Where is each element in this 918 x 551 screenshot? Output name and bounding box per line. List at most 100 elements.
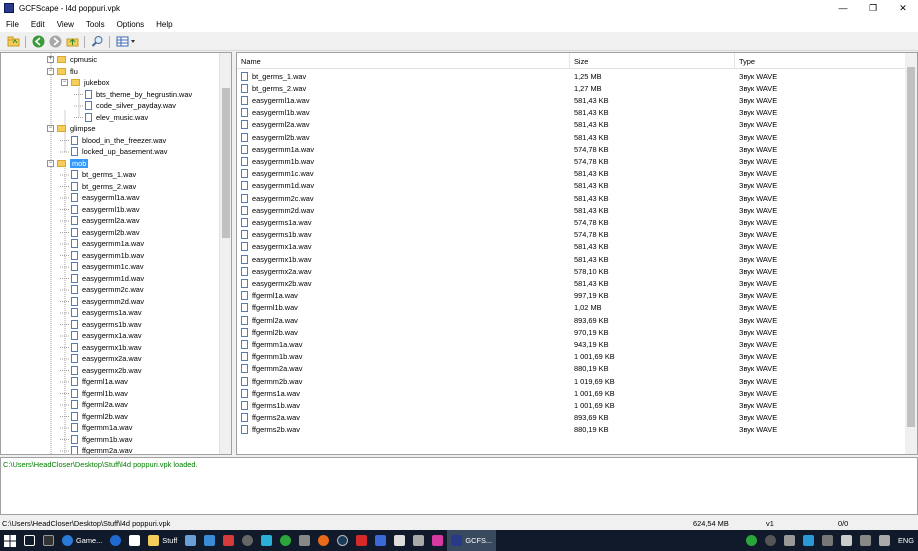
list-row[interactable]: easygermm2d.wav 581,43 KB Звук WAVE [237,204,907,216]
tree-item[interactable]: easygerml1a.wav [71,192,140,204]
app-icon-4[interactable] [276,530,295,551]
tree-item[interactable]: easygermm2d.wav [71,296,144,308]
taskbar-app-game[interactable]: Game... [58,530,106,551]
tree-item[interactable]: easygerml2a.wav [71,215,140,227]
edge-icon[interactable] [106,530,125,551]
tray-icon-4[interactable] [799,530,818,551]
list-row[interactable]: easygermm1d.wav 581,43 KB Звук WAVE [237,180,907,192]
back-icon[interactable] [31,35,45,49]
tree-item[interactable]: blood_in_the_freezer.wav [71,135,166,147]
find-icon[interactable] [90,35,104,49]
mail-icon[interactable] [390,530,409,551]
open-icon[interactable] [6,35,20,49]
tray-icon-2[interactable] [761,530,780,551]
tree-item[interactable]: easygermm2c.wav [71,284,144,296]
taskbar-app-stuff[interactable]: Stuff [144,530,181,551]
tree-item[interactable]: mob [57,158,89,170]
list-row[interactable]: easygermm1b.wav 574,78 KB Звук WAVE [237,155,907,167]
app-icon-7[interactable] [371,530,390,551]
menu-file[interactable]: File [0,20,25,29]
app-icon-8[interactable] [409,530,428,551]
file-list[interactable]: Name Size Type bt_germs_1.wav 1,25 MB Звук… [236,52,918,455]
folder-tree[interactable]: cpmusic + flu − jukebox − bts_theme_by_hegrust… [0,52,232,455]
close-button[interactable]: ✕ [888,0,918,16]
restore-button[interactable]: ❐ [858,0,888,16]
menu-options[interactable]: Options [111,20,151,29]
tree-item[interactable]: easygerms1b.wav [71,319,142,331]
google-icon[interactable] [125,530,144,551]
tree-item[interactable]: cpmusic [57,54,97,66]
task-view-icon[interactable] [20,530,39,551]
app-icon-2[interactable] [219,530,238,551]
list-row[interactable]: easygerms1a.wav 574,78 KB Звук WAVE [237,216,907,228]
taskbar-app-gcfscape[interactable]: GCFS... [447,530,497,551]
list-row[interactable]: easygermx2b.wav 581,43 KB Звук WAVE [237,277,907,289]
store-icon[interactable] [181,530,200,551]
tree-item[interactable]: bt_germs_2.wav [71,181,136,193]
list-row[interactable]: ffgermm1b.wav 1 001,69 KB Звук WAVE [237,351,907,363]
tree-item[interactable]: easygermx2a.wav [71,353,142,365]
list-row[interactable]: ffgerms2b.wav 880,19 KB Звук WAVE [237,424,907,436]
list-row[interactable]: easygermx2a.wav 578,10 KB Звук WAVE [237,265,907,277]
tree-item[interactable]: easygermm1c.wav [71,261,144,273]
tree-item[interactable]: ffgermm1a.wav [71,422,132,434]
forward-icon[interactable] [48,35,62,49]
tray-icon-6[interactable] [837,530,856,551]
app-icon-9[interactable] [428,530,447,551]
list-row[interactable]: ffgermm2a.wav 880,19 KB Звук WAVE [237,363,907,375]
list-row[interactable]: easygerml2a.wav 581,43 KB Звук WAVE [237,119,907,131]
list-row[interactable]: ffgerml1a.wav 997,19 KB Звук WAVE [237,290,907,302]
list-row[interactable]: bt_germs_1.wav 1,25 MB Звук WAVE [237,70,907,82]
tray-language[interactable]: ENG [894,530,918,551]
column-name[interactable]: Name [237,53,570,69]
tree-item[interactable]: easygermx1a.wav [71,330,142,342]
tree-item[interactable]: ffgerml2a.wav [71,399,128,411]
tree-item[interactable]: ffgerml2b.wav [71,411,128,423]
tree-item[interactable]: flu [57,66,78,78]
list-row[interactable]: easygerms1b.wav 574,78 KB Звук WAVE [237,229,907,241]
app-icon-5[interactable] [295,530,314,551]
list-row[interactable]: ffgerml2a.wav 893,69 KB Звук WAVE [237,314,907,326]
list-row[interactable]: easygermm1a.wav 574,78 KB Звук WAVE [237,143,907,155]
tray-icon-1[interactable] [742,530,761,551]
tree-item[interactable]: ffgermm1b.wav [71,434,132,446]
menu-help[interactable]: Help [150,20,178,29]
list-row[interactable]: easygermx1a.wav 581,43 KB Звук WAVE [237,241,907,253]
list-row[interactable]: easygermm2c.wav 581,43 KB Звук WAVE [237,192,907,204]
minimize-button[interactable]: — [828,0,858,16]
tree-expander-icon[interactable]: + [47,56,54,63]
tree-expander-icon[interactable]: − [47,125,54,132]
list-row[interactable]: easygerml2b.wav 581,43 KB Звук WAVE [237,131,907,143]
tree-item[interactable]: easygermm1a.wav [71,238,144,250]
list-row[interactable]: easygerml1b.wav 581,43 KB Звук WAVE [237,107,907,119]
tree-expander-icon[interactable]: − [47,67,54,75]
volume-icon[interactable] [875,530,894,551]
tree-item[interactable]: ffgerml1b.wav [71,388,128,400]
menu-edit[interactable]: Edit [25,20,51,29]
tree-item[interactable]: bt_germs_1.wav [71,169,136,181]
tree-scrollbar-thumb[interactable] [222,88,230,238]
tree-item[interactable]: locked_up_basement.wav [71,146,167,158]
menu-tools[interactable]: Tools [80,20,111,29]
tray-icon-5[interactable] [818,530,837,551]
column-type[interactable]: Type [735,53,907,69]
tree-item[interactable]: easygermm1d.wav [71,273,144,285]
tree-item[interactable]: glimpse [57,123,95,135]
list-row[interactable]: easygermm1c.wav 581,43 KB Звук WAVE [237,168,907,180]
steam-icon[interactable] [333,530,352,551]
tree-item[interactable]: easygerml1b.wav [71,204,140,216]
tree-item[interactable]: easygermm1b.wav [71,250,144,262]
menu-view[interactable]: View [51,20,80,29]
list-row[interactable]: ffgerms2a.wav 893,69 KB Звук WAVE [237,412,907,424]
tree-item[interactable]: easygerml2b.wav [71,227,140,239]
list-row[interactable]: easygermx1b.wav 581,43 KB Звук WAVE [237,253,907,265]
up-icon[interactable] [65,35,79,49]
app-icon-3[interactable] [257,530,276,551]
list-row[interactable]: ffgerms1a.wav 1 001,69 KB Звук WAVE [237,387,907,399]
tree-item[interactable]: bts_theme_by_hegrustin.wav [85,89,192,101]
list-row[interactable]: easygerml1a.wav 581,43 KB Звук WAVE [237,94,907,106]
app-icon-1[interactable] [200,530,219,551]
list-row[interactable]: ffgermm1a.wav 943,19 KB Звук WAVE [237,338,907,350]
list-row[interactable]: ffgerms1b.wav 1 001,69 KB Звук WAVE [237,399,907,411]
tree-item[interactable]: easygerms1a.wav [71,307,142,319]
